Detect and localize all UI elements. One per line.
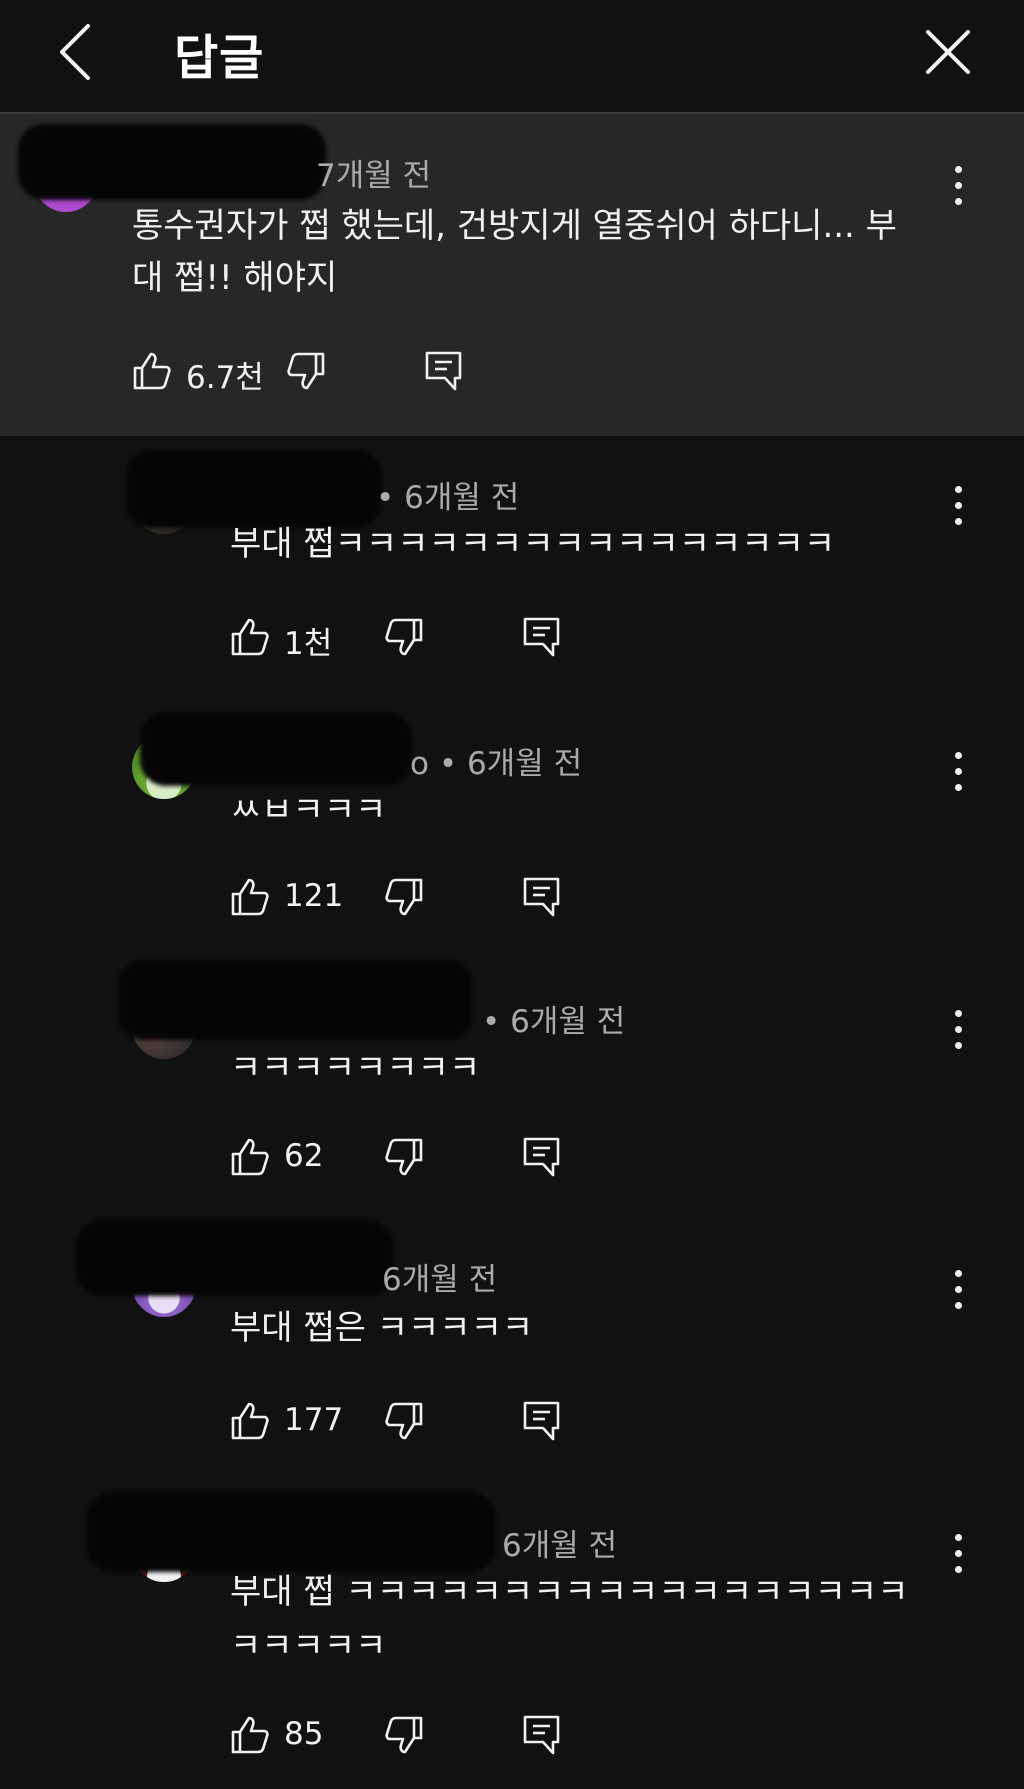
- thumbs-up-icon: [231, 1138, 269, 1176]
- reply-button[interactable]: [522, 1136, 562, 1178]
- replies-page: 답글 7개월 전 통수권자가 쩝 했는데, 건방지게 열중쉬어 하다니... 부…: [0, 0, 1024, 1789]
- parent-comment: 7개월 전 통수권자가 쩝 했는데, 건방지게 열중쉬어 하다니... 부 대 …: [0, 114, 1024, 436]
- reply-button[interactable]: [522, 1714, 562, 1756]
- vertical-dots-icon: [955, 486, 962, 493]
- redacted-username: [18, 124, 326, 200]
- reply-button[interactable]: [522, 1400, 562, 1442]
- comment-icon: [523, 1401, 560, 1441]
- like-count: 177: [284, 1402, 344, 1438]
- vertical-dots-icon: [955, 752, 962, 759]
- comment-meta: o • 6개월 전: [410, 746, 583, 782]
- like-count: 6.7천: [186, 360, 264, 396]
- like-button[interactable]: [230, 876, 270, 916]
- dislike-button[interactable]: [384, 1138, 424, 1178]
- like-button[interactable]: [230, 1714, 270, 1754]
- like-count: 62: [284, 1138, 324, 1174]
- redacted-username: [76, 1220, 394, 1296]
- dislike-button[interactable]: [384, 878, 424, 918]
- comment-icon: [523, 1715, 560, 1755]
- vertical-dots-icon: [955, 1270, 962, 1277]
- comment-icon: [523, 877, 560, 917]
- redacted-username: [118, 960, 472, 1040]
- like-button[interactable]: [132, 350, 172, 390]
- comment-icon: [425, 351, 462, 391]
- thumbs-up-icon: [231, 878, 269, 916]
- chevron-left-icon: [60, 24, 90, 80]
- more-options-button[interactable]: [946, 1008, 970, 1052]
- redacted-username: [86, 1492, 496, 1572]
- close-icon: [926, 30, 970, 74]
- comment-text: ㅋㅋㅋㅋㅋㅋㅋㅋ: [230, 1048, 481, 1088]
- thumbs-up-icon: [231, 1716, 269, 1754]
- comment-text-line1: 통수권자가 쩝 했는데, 건방지게 열중쉬어 하다니... 부: [132, 206, 897, 246]
- reply-button[interactable]: [522, 876, 562, 918]
- thumbs-down-icon: [385, 1138, 423, 1176]
- vertical-dots-icon: [955, 1534, 962, 1541]
- more-options-button[interactable]: [946, 1268, 970, 1312]
- comment-icon: [523, 617, 560, 657]
- comment-text-line1: 부대 쩝 ㅋㅋㅋㅋㅋㅋㅋㅋㅋㅋㅋㅋㅋㅋㅋㅋㅋㅋ: [230, 1572, 909, 1612]
- thumbs-up-icon: [133, 352, 171, 390]
- thumbs-down-icon: [385, 618, 423, 656]
- comment-text: 부대 쩝은 ㅋㅋㅋㅋㅋ: [230, 1308, 534, 1348]
- redacted-username: [140, 712, 412, 786]
- thumbs-up-icon: [231, 618, 269, 656]
- header-bar: 답글: [0, 0, 1024, 114]
- comment-text: 부대 쩝ㅋㅋㅋㅋㅋㅋㅋㅋㅋㅋㅋㅋㅋㅋㅋㅋ: [230, 524, 836, 564]
- more-options-button[interactable]: [946, 484, 970, 528]
- comment-meta: 6개월 전: [382, 1262, 498, 1298]
- comment-meta: • 6개월 전: [376, 480, 520, 516]
- like-count: 85: [284, 1716, 324, 1752]
- comment-text-line2: ㅋㅋㅋㅋㅋ: [230, 1626, 387, 1666]
- redacted-username: [126, 450, 382, 528]
- close-button[interactable]: [918, 22, 978, 82]
- comment-meta: 7개월 전: [316, 158, 432, 194]
- reply-button[interactable]: [424, 350, 464, 392]
- thumbs-down-icon: [287, 352, 325, 390]
- thumbs-down-icon: [385, 1402, 423, 1440]
- like-count: 1천: [284, 626, 333, 662]
- thumbs-down-icon: [385, 878, 423, 916]
- comment-meta: 6개월 전: [502, 1528, 618, 1564]
- dislike-button[interactable]: [384, 1716, 424, 1756]
- page-title: 답글: [174, 30, 265, 86]
- reply-button[interactable]: [522, 616, 562, 658]
- more-options-button[interactable]: [946, 1532, 970, 1576]
- dislike-button[interactable]: [384, 1402, 424, 1442]
- thumbs-up-icon: [231, 1402, 269, 1440]
- dislike-button[interactable]: [286, 352, 326, 392]
- comment-text-line2: 대 쩝!! 해야지: [132, 258, 338, 298]
- back-button[interactable]: [52, 22, 108, 82]
- dislike-button[interactable]: [384, 618, 424, 658]
- like-button[interactable]: [230, 1136, 270, 1176]
- comment-meta: • 6개월 전: [482, 1004, 626, 1040]
- vertical-dots-icon: [955, 1010, 962, 1017]
- comment-text: ㅆㅂㅋㅋㅋ: [230, 790, 387, 830]
- like-count: 121: [284, 878, 344, 914]
- thumbs-down-icon: [385, 1716, 423, 1754]
- more-options-button[interactable]: [946, 164, 970, 208]
- vertical-dots-icon: [955, 166, 962, 173]
- like-button[interactable]: [230, 616, 270, 656]
- more-options-button[interactable]: [946, 750, 970, 794]
- comment-icon: [523, 1137, 560, 1177]
- like-button[interactable]: [230, 1400, 270, 1440]
